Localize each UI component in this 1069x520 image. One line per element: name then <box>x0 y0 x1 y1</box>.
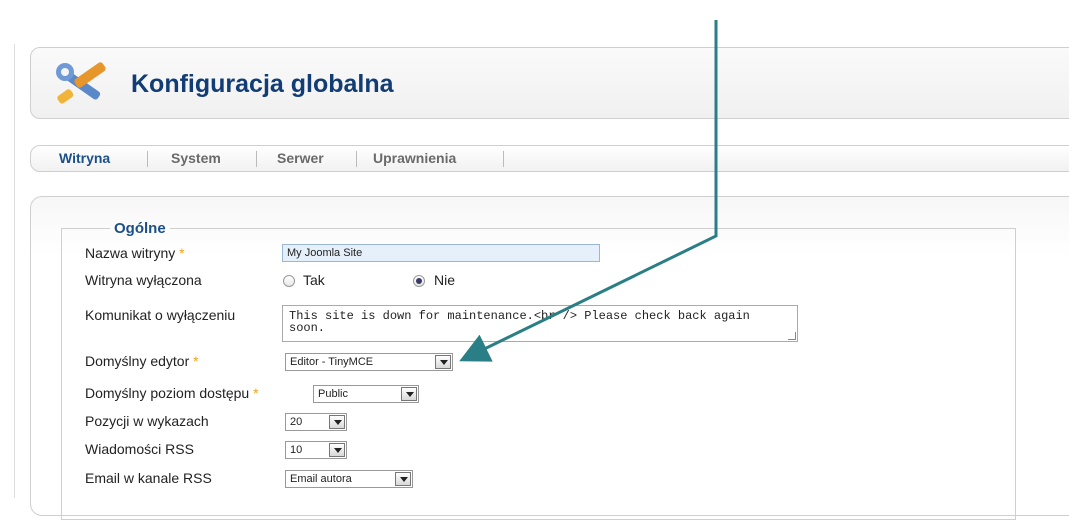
annotation-arrow <box>459 20 718 362</box>
